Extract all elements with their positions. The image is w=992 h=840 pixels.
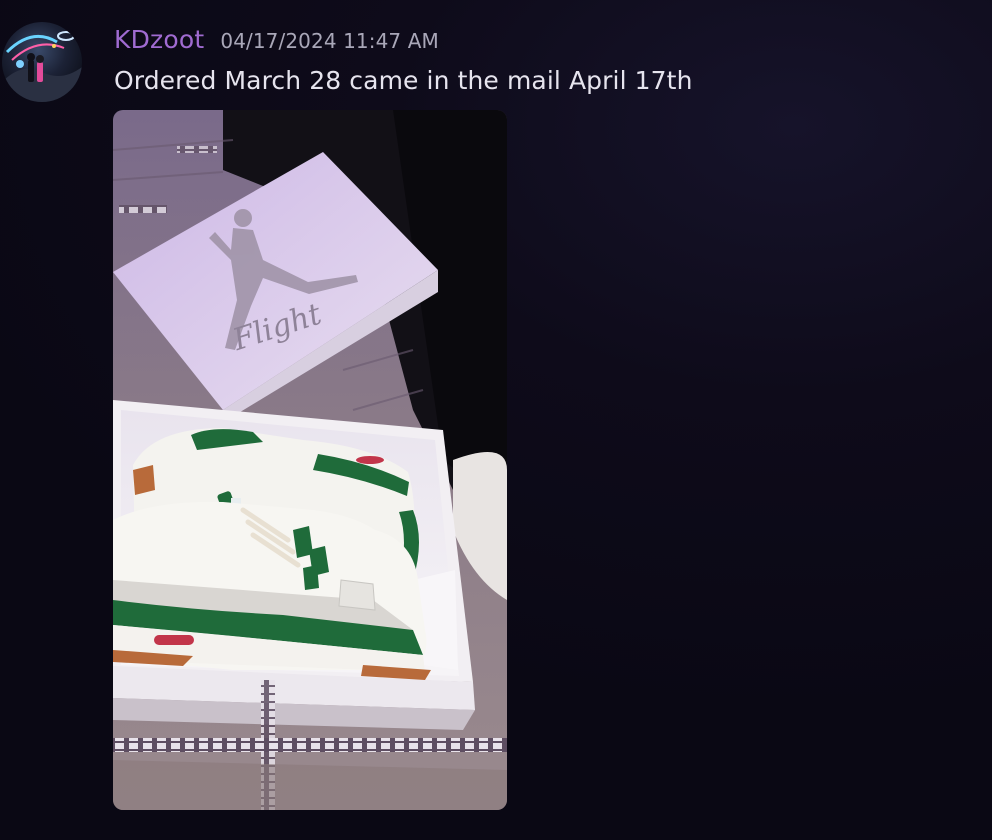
message-content: Ordered March 28 came in the mail April …: [114, 66, 693, 95]
chat-message: KDzoot 04/17/2024 11:47 AM Ordered March…: [0, 0, 992, 840]
user-avatar-icon[interactable]: [2, 22, 82, 102]
username[interactable]: KDzoot: [114, 25, 204, 54]
image-attachment[interactable]: Flight: [113, 110, 507, 810]
message-header: KDzoot 04/17/2024 11:47 AM: [114, 25, 439, 54]
message-timestamp: 04/17/2024 11:47 AM: [220, 29, 439, 53]
